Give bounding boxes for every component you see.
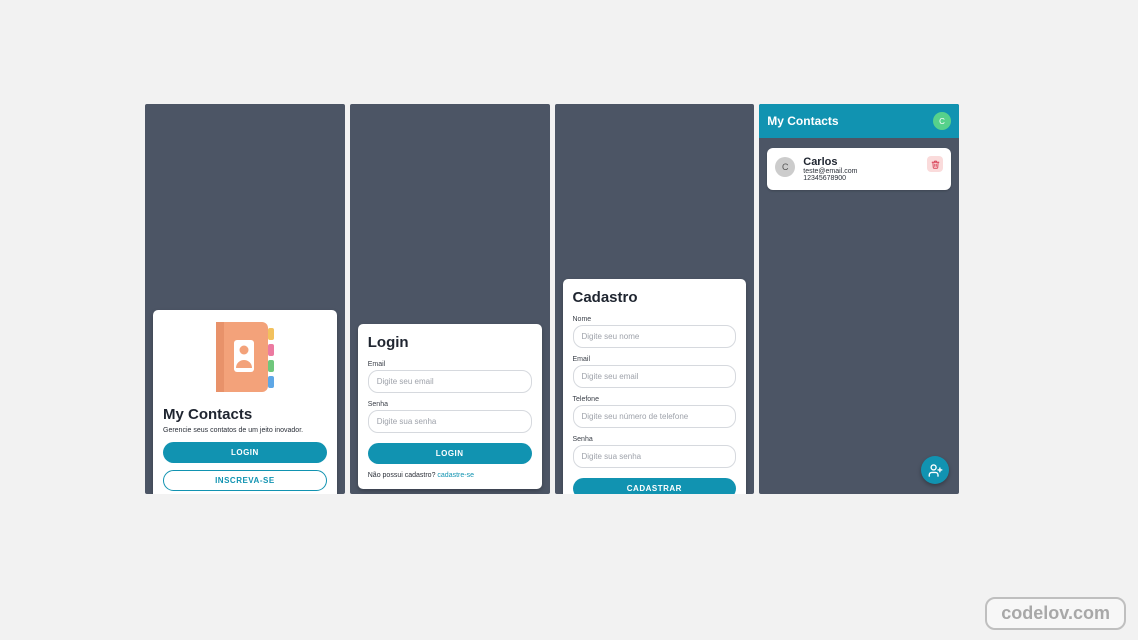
trash-icon <box>931 160 940 169</box>
login-submit-button[interactable]: LOGIN <box>368 443 532 464</box>
contact-avatar: C <box>775 157 795 177</box>
email-input[interactable] <box>368 370 532 393</box>
password-label: Senha <box>368 401 532 408</box>
login-button[interactable]: LOGIN <box>163 442 327 463</box>
login-card: Login Email Senha LOGIN Não possui cadas… <box>358 324 542 489</box>
login-helper: Não possui cadastro? cadastre-se <box>368 472 532 479</box>
delete-contact-button[interactable] <box>927 156 943 172</box>
screen-welcome: My Contacts Gerencie seus contatos de um… <box>145 104 345 494</box>
welcome-subtitle: Gerencie seus contatos de um jeito inova… <box>163 427 327 434</box>
contacts-header-title: My Contacts <box>767 114 838 128</box>
signup-email-label: Email <box>573 356 737 363</box>
name-label: Nome <box>573 316 737 323</box>
contact-email: teste@email.com <box>803 168 857 175</box>
contact-info: Carlos teste@email.com 12345678900 <box>803 156 857 182</box>
profile-avatar[interactable]: C <box>933 112 951 130</box>
signup-email-input[interactable] <box>573 365 737 388</box>
welcome-card: My Contacts Gerencie seus contatos de um… <box>153 310 337 494</box>
screen-contacts: My Contacts C C Carlos teste@email.com 1… <box>759 104 959 494</box>
login-title: Login <box>368 334 532 351</box>
user-plus-icon <box>928 463 943 478</box>
contact-phone: 12345678900 <box>803 175 857 182</box>
signup-password-label: Senha <box>573 436 737 443</box>
signup-card: Cadastro Nome Email Telefone Senha CADAS… <box>563 279 747 494</box>
login-helper-text: Não possui cadastro? <box>368 472 438 479</box>
email-label: Email <box>368 361 532 368</box>
phone-input[interactable] <box>573 405 737 428</box>
welcome-title: My Contacts <box>163 406 327 423</box>
contact-name: Carlos <box>803 156 857 168</box>
watermark: codelov.com <box>985 597 1126 630</box>
contact-card[interactable]: C Carlos teste@email.com 12345678900 <box>767 148 951 190</box>
signup-button[interactable]: INSCREVA-SE <box>163 470 327 491</box>
add-contact-fab[interactable] <box>921 456 949 484</box>
name-input[interactable] <box>573 325 737 348</box>
signup-link[interactable]: cadastre-se <box>437 472 474 479</box>
contacts-header: My Contacts C <box>759 104 959 138</box>
password-input[interactable] <box>368 410 532 433</box>
phone-label: Telefone <box>573 396 737 403</box>
signup-submit-button[interactable]: CADASTRAR <box>573 478 737 494</box>
screen-signup: Cadastro Nome Email Telefone Senha CADAS… <box>555 104 755 494</box>
signup-title: Cadastro <box>573 289 737 306</box>
signup-password-input[interactable] <box>573 445 737 468</box>
screen-login: Login Email Senha LOGIN Não possui cadas… <box>350 104 550 494</box>
contacts-book-icon <box>210 318 280 398</box>
